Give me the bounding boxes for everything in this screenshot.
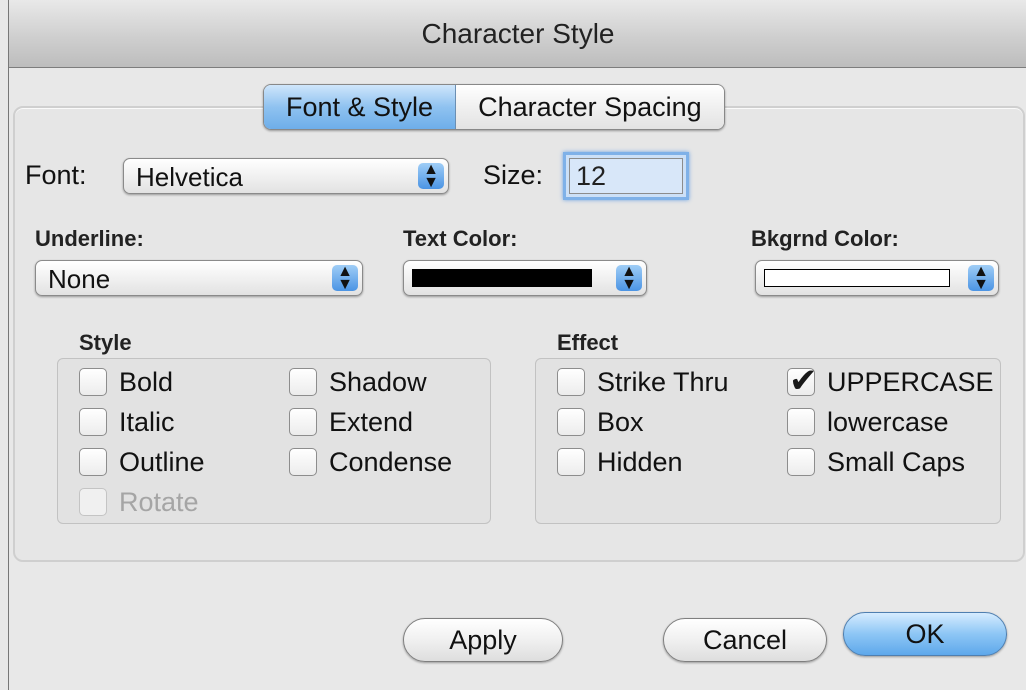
checkbox-box-effect[interactable]: Box <box>557 404 644 440</box>
checkbox-italic[interactable]: Italic <box>79 404 175 440</box>
checkbox-box <box>79 488 107 516</box>
tab-bar: Font & Style Character Spacing <box>263 84 725 130</box>
effect-group-title: Effect <box>557 330 619 355</box>
text-color-label: Text Color: <box>403 226 518 251</box>
checkbox-label: Rotate <box>119 486 199 517</box>
checkbox-label: Strike Thru <box>597 366 729 397</box>
checkbox-label: Bold <box>119 366 174 397</box>
checkbox-box[interactable] <box>289 448 317 476</box>
checkbox-label: UPPERCASE <box>827 366 994 397</box>
checkbox-label: Extend <box>329 406 414 437</box>
text-color-swatch <box>412 269 592 287</box>
checkbox-box[interactable] <box>557 448 585 476</box>
checkbox-label: Outline <box>119 446 205 477</box>
window-title: Character Style <box>421 18 615 49</box>
checkbox-shadow[interactable]: Shadow <box>289 364 427 400</box>
character-style-dialog: Character Style Font & Style Character S… <box>8 0 1026 690</box>
title-bar[interactable]: Character Style <box>9 0 1026 68</box>
checkbox-rotate: Rotate <box>79 484 199 520</box>
checkbox-outline[interactable]: Outline <box>79 444 205 480</box>
checkbox-box[interactable] <box>289 368 317 396</box>
updown-chevron-icon: ▲ ▼ <box>332 264 358 293</box>
bkgrnd-color-swatch <box>764 269 950 287</box>
bkgrnd-color-label: Bkgrnd Color: <box>751 226 899 251</box>
style-group-title: Style <box>79 330 132 355</box>
updown-chevron-icon: ▲ ▼ <box>616 264 642 293</box>
checkbox-box[interactable] <box>557 368 585 396</box>
underline-value: None <box>48 264 111 294</box>
font-label: Font: <box>25 160 87 190</box>
checkbox-label: lowercase <box>827 406 949 437</box>
checkbox-box[interactable] <box>787 448 815 476</box>
font-popup[interactable]: Helvetica ▲ ▼ <box>123 158 449 194</box>
checkbox-box[interactable] <box>79 408 107 436</box>
updown-chevron-icon: ▲ ▼ <box>968 264 994 293</box>
checkbox-strike-thru[interactable]: Strike Thru <box>557 364 729 400</box>
apply-button[interactable]: Apply <box>403 618 563 662</box>
checkbox-condense[interactable]: Condense <box>289 444 452 480</box>
checkmark-icon: ✔ <box>789 362 818 400</box>
checkbox-small-caps[interactable]: Small Caps <box>787 444 965 480</box>
text-color-popup[interactable]: ▲ ▼ <box>403 260 647 296</box>
tab-font-style[interactable]: Font & Style <box>264 85 457 129</box>
updown-chevron-icon: ▲ ▼ <box>418 162 444 191</box>
checkbox-hidden[interactable]: Hidden <box>557 444 683 480</box>
checkbox-box[interactable] <box>289 408 317 436</box>
checkbox-box[interactable] <box>787 408 815 436</box>
tab-character-spacing[interactable]: Character Spacing <box>456 85 724 129</box>
underline-label: Underline: <box>35 226 144 251</box>
bkgrnd-color-popup[interactable]: ▲ ▼ <box>755 260 999 296</box>
size-input[interactable] <box>569 158 683 194</box>
ok-button[interactable]: OK <box>843 612 1007 656</box>
font-value: Helvetica <box>136 162 243 192</box>
underline-popup[interactable]: None ▲ ▼ <box>35 260 363 296</box>
checkbox-label: Condense <box>329 446 453 477</box>
checkbox-label: Box <box>597 406 644 437</box>
checkbox-box[interactable] <box>79 368 107 396</box>
checkbox-uppercase[interactable]: ✔ UPPERCASE <box>787 362 994 400</box>
checkbox-box[interactable]: ✔ <box>787 362 818 400</box>
checkbox-extend[interactable]: Extend <box>289 404 413 440</box>
checkbox-label: Small Caps <box>827 446 966 477</box>
checkbox-label: Hidden <box>597 446 683 477</box>
checkbox-lowercase[interactable]: lowercase <box>787 404 949 440</box>
cancel-button[interactable]: Cancel <box>663 618 827 662</box>
size-field-focus <box>563 152 689 200</box>
checkbox-bold[interactable]: Bold <box>79 364 173 400</box>
checkbox-label: Italic <box>119 406 175 437</box>
checkbox-label: Shadow <box>329 366 427 397</box>
size-label: Size: <box>483 160 544 190</box>
checkbox-box[interactable] <box>557 408 585 436</box>
checkbox-box[interactable] <box>79 448 107 476</box>
